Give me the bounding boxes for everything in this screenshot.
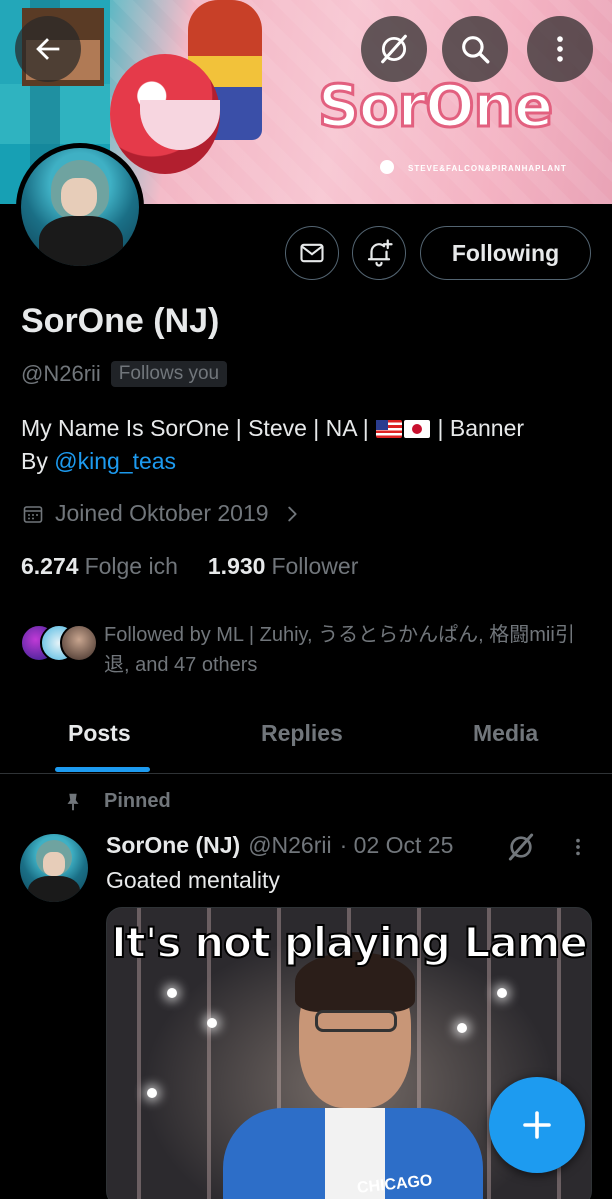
follow-stats: 6.274 Folge ich 1.930 Follower <box>21 553 358 580</box>
handle-row: @N26rii Follows you <box>21 361 228 387</box>
tab-posts[interactable]: Posts <box>68 720 131 747</box>
more-options-button[interactable] <box>527 16 593 82</box>
media-caption: It's not playing Lame <box>110 917 589 968</box>
post-header: SorOne (NJ) @N26rii · 02 Oct 25 <box>106 832 453 859</box>
bio-text-suffix: | Banner <box>431 415 525 441</box>
profile-handle: @N26rii <box>21 361 101 386</box>
search-icon <box>462 36 490 64</box>
joined-date-row[interactable]: Joined Oktober 2019 <box>21 500 303 527</box>
hallway-light <box>497 988 507 998</box>
hallway-light <box>207 1018 217 1028</box>
notifications-button[interactable] <box>352 226 406 280</box>
followers-count: 1.930 <box>207 553 266 579</box>
compose-post-button[interactable] <box>489 1077 585 1173</box>
grok-icon <box>508 833 534 861</box>
banner-brand-icon <box>380 160 394 174</box>
calendar-icon <box>23 505 43 523</box>
post-date: · 02 Oct 25 <box>339 832 454 858</box>
profile-display-name: SorOne (NJ) <box>21 302 220 340</box>
follower-avatar <box>60 624 98 662</box>
profile-tabs: Posts Replies Media <box>0 700 612 774</box>
post-author-handle[interactable]: @N26rii <box>248 832 331 859</box>
plus-icon <box>523 1111 551 1139</box>
post-grok-button[interactable] <box>505 831 537 868</box>
arrow-left-icon <box>36 38 60 60</box>
grok-button[interactable] <box>361 16 427 82</box>
message-button[interactable] <box>285 226 339 280</box>
following-count: 6.274 <box>21 553 79 579</box>
avatar-body <box>39 216 123 266</box>
active-tab-indicator <box>55 767 150 772</box>
envelope-icon <box>300 243 324 263</box>
followed-by-row[interactable]: Followed by ML | Zuhiy, うるとらかんぱん, 格闘mii引… <box>20 620 584 680</box>
joined-date-text: Joined Oktober 2019 <box>55 500 269 526</box>
followers-label: Follower <box>271 553 359 579</box>
tab-replies[interactable]: Replies <box>261 720 343 747</box>
post-avatar-body <box>28 876 80 902</box>
profile-avatar[interactable] <box>16 143 144 271</box>
us-flag-icon <box>376 420 403 438</box>
back-button[interactable] <box>15 16 81 82</box>
grok-icon <box>381 34 407 64</box>
tab-media[interactable]: Media <box>473 720 538 747</box>
post-author-name[interactable]: SorOne (NJ) <box>106 832 240 859</box>
hallway-light <box>147 1088 157 1098</box>
bell-plus-icon <box>367 239 393 267</box>
post-text: Goated mentality <box>106 867 280 893</box>
banner-brand-subtext: STEVE&FALCON&PIRANHAPLANT <box>408 164 567 173</box>
search-button[interactable] <box>442 16 508 82</box>
post-avatar-face <box>43 852 65 876</box>
following-stat[interactable]: 6.274 Folge ich <box>21 553 178 580</box>
avatar-face <box>61 178 97 216</box>
followed-by-avatars <box>20 620 100 666</box>
bio-text: My Name Is SorOne | Steve | NA | <box>21 415 376 441</box>
follows-you-badge: Follows you <box>110 361 228 387</box>
media-person-glasses <box>315 1010 397 1032</box>
post-author-avatar[interactable] <box>20 834 88 902</box>
banner-brand-text: SorOne <box>316 71 554 142</box>
japan-flag-icon <box>404 420 431 438</box>
followers-stat[interactable]: 1.930 Follower <box>208 553 358 580</box>
pin-icon <box>67 793 79 810</box>
more-vertical-icon <box>557 36 563 62</box>
more-vertical-icon <box>576 838 580 856</box>
bio-mention-link[interactable]: @king_teas <box>54 448 176 474</box>
bio-by-text: By <box>21 448 55 474</box>
followed-by-text: Followed by ML | Zuhiy, うるとらかんぱん, 格闘mii引… <box>104 624 575 676</box>
profile-bio: My Name Is SorOne | Steve | NA | | Banne… <box>21 412 581 478</box>
hallway-light <box>167 988 177 998</box>
hallway-light <box>457 1023 467 1033</box>
post-more-button[interactable] <box>567 834 589 865</box>
avatar-image <box>21 148 139 266</box>
pinned-label: Pinned <box>104 790 171 812</box>
following-button[interactable]: Following <box>420 226 591 280</box>
chevron-right-icon <box>287 506 297 521</box>
pinned-label-row: Pinned <box>62 790 171 813</box>
following-label: Folge ich <box>84 553 178 579</box>
